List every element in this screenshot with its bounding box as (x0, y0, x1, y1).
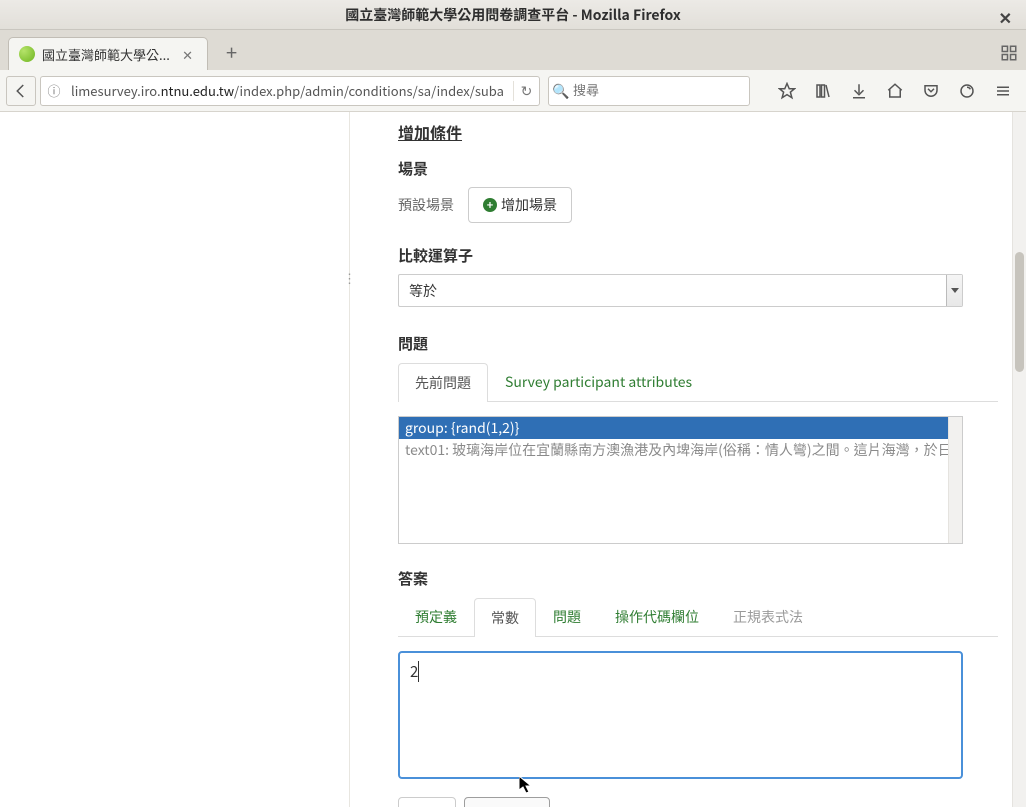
comparator-value: 等於 (409, 281, 437, 301)
search-input[interactable] (573, 83, 749, 98)
toolbar-icons (770, 76, 1020, 106)
browser-navbar: ⓘ limesurvey.iro.ntnu.edu.tw/index.php/a… (0, 70, 1026, 112)
bookmark-button[interactable] (770, 76, 804, 106)
tab-participant-attributes[interactable]: Survey participant attributes (488, 362, 709, 401)
url-host: ntnu.edu.tw (161, 81, 234, 100)
label-question: 問題 (398, 333, 998, 354)
condition-form: 增加條件 場景 預設場景 + 增加場景 比較運算子 等於 問題 先前問題 Sur… (398, 112, 998, 807)
add-scene-button[interactable]: + 增加場景 (468, 187, 572, 223)
tab-opcode[interactable]: 操作代碼欄位 (598, 597, 716, 636)
answer-textarea[interactable]: 2 (398, 651, 963, 779)
tab-question[interactable]: 問題 (536, 597, 598, 636)
tabs-overview-icon[interactable] (1000, 44, 1018, 62)
tab-previous-question[interactable]: 先前問題 (398, 363, 488, 402)
reload-button[interactable]: ↻ (513, 81, 539, 101)
text-caret (418, 661, 422, 682)
clear-button[interactable]: 清除 (398, 797, 456, 807)
window-titlebar: 國立臺灣師範大學公用問卷調查平台 - Mozilla Firefox ✕ (0, 0, 1026, 30)
site-info-icon[interactable]: ⓘ (41, 81, 67, 100)
question-item-selected[interactable]: group: {rand(1,2)} (399, 417, 962, 439)
home-button[interactable] (878, 76, 912, 106)
listbox-scrollbar[interactable] (948, 417, 962, 543)
library-button[interactable] (806, 76, 840, 106)
plus-icon: + (483, 198, 497, 212)
tab-constant[interactable]: 常數 (474, 598, 536, 637)
scrollbar-thumb[interactable] (1015, 252, 1024, 372)
window-close-button[interactable]: ✕ (993, 3, 1018, 31)
question-listbox[interactable]: group: {rand(1,2)} text01: 玻璃海岸位在宜蘭縣南方澳漁… (398, 416, 963, 544)
browser-tabstrip: 國立臺灣師範大學公... ✕ + (0, 30, 1026, 70)
add-condition-button[interactable]: 增加條件 (464, 797, 550, 807)
back-button[interactable] (6, 76, 36, 106)
label-answer: 答案 (398, 568, 998, 589)
sync-button[interactable] (950, 76, 984, 106)
default-scene-text: 預設場景 (398, 195, 454, 215)
tab-close-icon[interactable]: ✕ (178, 45, 197, 64)
menu-button[interactable] (986, 76, 1020, 106)
question-tabs: 先前問題 Survey participant attributes (398, 362, 998, 402)
panel-separator (349, 112, 350, 807)
comparator-select[interactable]: 等於 (398, 274, 963, 307)
url-path: /index.php/admin/conditions/sa/index/sub… (234, 81, 504, 100)
tab-predefined[interactable]: 預定義 (398, 597, 474, 636)
add-scene-label: 增加場景 (501, 195, 557, 215)
tab-regex[interactable]: 正規表式法 (716, 597, 820, 636)
search-bar[interactable]: 🔍 (548, 76, 750, 106)
page-viewport: ⋮ 增加條件 場景 預設場景 + 增加場景 比較運算子 等於 問題 先前問題 S… (0, 112, 1026, 807)
heading-add-condition: 增加條件 (398, 120, 998, 144)
url-text[interactable]: limesurvey.iro.ntnu.edu.tw/index.php/adm… (67, 81, 513, 100)
question-item[interactable]: text01: 玻璃海岸位在宜蘭縣南方澳漁港及內埤海岸(俗稱：情人彎)之間。這片… (399, 439, 962, 461)
panel-drag-handle[interactable]: ⋮ (343, 268, 354, 287)
search-icon: 🔍 (549, 81, 573, 101)
url-pre: limesurvey.iro. (71, 81, 161, 100)
window-title: 國立臺灣師範大學公用問卷調查平台 - Mozilla Firefox (345, 5, 680, 25)
select-handle-icon[interactable] (946, 275, 962, 306)
browser-tab[interactable]: 國立臺灣師範大學公... ✕ (8, 37, 208, 70)
tab-favicon-icon (19, 46, 35, 62)
label-comparator: 比較運算子 (398, 245, 998, 266)
tab-title: 國立臺灣師範大學公... (42, 45, 170, 64)
page-scrollbar[interactable] (1012, 112, 1026, 807)
answer-tabs: 預定義 常數 問題 操作代碼欄位 正規表式法 (398, 597, 998, 637)
url-bar[interactable]: ⓘ limesurvey.iro.ntnu.edu.tw/index.php/a… (40, 76, 540, 106)
new-tab-button[interactable]: + (218, 33, 245, 70)
pocket-button[interactable] (914, 76, 948, 106)
label-scene: 場景 (398, 158, 998, 179)
downloads-button[interactable] (842, 76, 876, 106)
